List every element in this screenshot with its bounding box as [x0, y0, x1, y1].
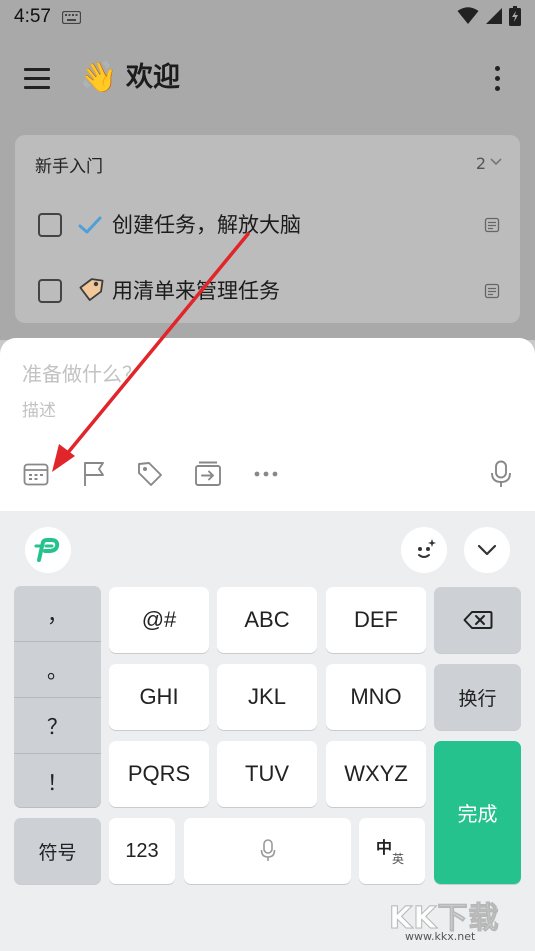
battery-charging-icon: [509, 6, 521, 26]
watermark-url: www.kkx.net: [405, 930, 476, 943]
task-checkbox[interactable]: [38, 213, 62, 237]
app-background: 4:57 👋 欢迎 新手入门 2 创建任务，解放大脑 用清单来管理任务: [0, 0, 535, 340]
key-period[interactable]: 。: [14, 642, 101, 697]
key-tuv[interactable]: TUV: [217, 741, 317, 807]
key-exclamation[interactable]: ！: [14, 754, 101, 807]
more-tools-button[interactable]: [251, 459, 281, 489]
punctuation-column: ， 。 ？ ！: [14, 586, 101, 807]
newline-key[interactable]: 换行: [434, 664, 521, 730]
tag-button[interactable]: [135, 459, 165, 489]
key-wxyz[interactable]: WXYZ: [326, 741, 426, 807]
watermark: KK下载 www.kkx.net: [387, 897, 527, 947]
getting-started-section: 新手入门 2 创建任务，解放大脑 用清单来管理任务: [15, 135, 520, 323]
key-at-hash[interactable]: @#: [109, 587, 209, 653]
key-comma[interactable]: ，: [14, 586, 101, 641]
app-toolbar: 👋 欢迎: [0, 50, 535, 106]
section-count: 2: [475, 154, 486, 173]
wifi-icon: [457, 7, 479, 24]
key-def[interactable]: DEF: [326, 587, 426, 653]
tag-icon: [138, 462, 162, 486]
task-row[interactable]: 创建任务，解放大脑: [15, 205, 520, 245]
check-mark-icon: [78, 216, 102, 234]
ellipsis-icon: [254, 471, 278, 477]
system-icons: [457, 6, 521, 26]
move-to-list-icon: [195, 461, 221, 486]
task-description-input[interactable]: [22, 398, 502, 424]
section-title[interactable]: 新手入门: [35, 152, 103, 177]
note-icon: [484, 217, 500, 233]
chevron-down-icon[interactable]: [490, 158, 502, 166]
symbols-key[interactable]: 符号: [14, 818, 101, 884]
space-key[interactable]: [184, 818, 351, 884]
priority-button[interactable]: [79, 459, 109, 489]
microphone-icon: [491, 460, 511, 487]
task-row[interactable]: 用清单来管理任务: [15, 271, 520, 311]
flag-icon: [84, 462, 104, 486]
keyboard-status-icon: [62, 11, 81, 24]
tag-label-icon: [79, 278, 104, 301]
done-key[interactable]: 完成: [434, 741, 521, 884]
date-picker-button[interactable]: [21, 459, 51, 489]
key-mno[interactable]: MNO: [326, 664, 426, 730]
lang-main-label: 中: [376, 838, 393, 857]
waving-hand-icon: 👋: [80, 60, 118, 95]
menu-icon[interactable]: [24, 63, 54, 93]
status-bar: 4:57: [0, 0, 535, 36]
voice-input-button[interactable]: [486, 459, 516, 489]
task-title: 创建任务，解放大脑: [112, 213, 301, 237]
backspace-key[interactable]: [434, 587, 521, 653]
numbers-key[interactable]: 123: [109, 818, 175, 884]
key-ghi[interactable]: GHI: [109, 664, 209, 730]
page-title: 欢迎: [126, 62, 180, 93]
key-abc[interactable]: ABC: [217, 587, 317, 653]
quick-add-sheet: [0, 338, 535, 513]
hide-keyboard-button[interactable]: [464, 527, 510, 573]
smiley-sparkle-icon: [418, 539, 436, 558]
note-icon: [484, 283, 500, 299]
chevron-down-icon: [477, 544, 497, 556]
task-title-input[interactable]: [22, 358, 502, 390]
more-options-icon[interactable]: [487, 63, 507, 93]
cellular-signal-icon: [486, 8, 502, 24]
key-question[interactable]: ？: [14, 698, 101, 753]
emoji-button[interactable]: [401, 527, 447, 573]
lang-sub-label: 英: [392, 852, 405, 866]
microphone-icon: [260, 839, 275, 861]
move-to-list-button[interactable]: [193, 459, 223, 489]
keyboard-logo-button[interactable]: [25, 527, 71, 573]
key-jkl[interactable]: JKL: [217, 664, 317, 730]
task-title: 用清单来管理任务: [112, 279, 280, 303]
key-pqrs[interactable]: PQRS: [109, 741, 209, 807]
language-switch-key[interactable]: 中 英: [359, 818, 425, 884]
calendar-icon: [23, 463, 49, 486]
task-checkbox[interactable]: [38, 279, 62, 303]
keyboard-brand-icon: [34, 538, 60, 562]
status-time: 4:57: [14, 6, 51, 27]
backspace-icon: [463, 611, 492, 629]
